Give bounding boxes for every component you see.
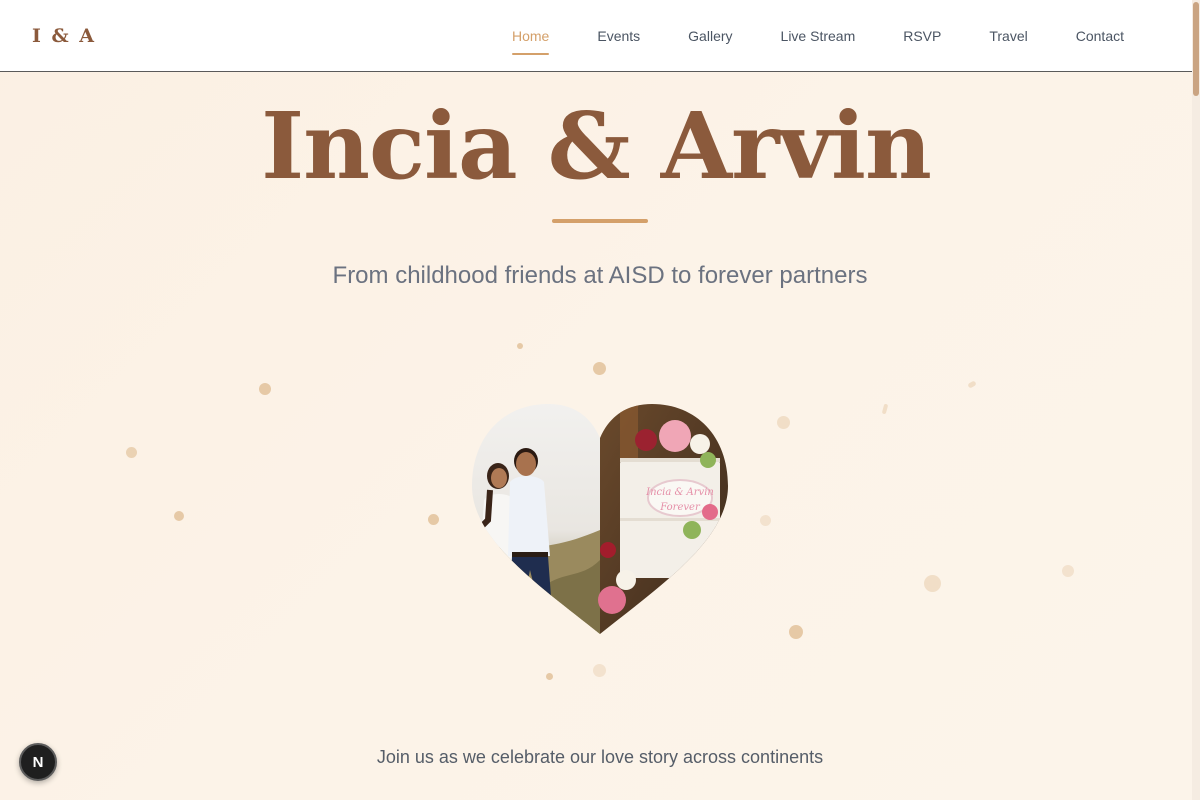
hero-title: Incia & Arvin	[261, 92, 932, 200]
decor-dot	[259, 383, 271, 395]
decor-dot	[881, 403, 889, 415]
heart-photo-collage[interactable]: Incia & Arvin Forever	[470, 400, 730, 636]
decor-dot	[1062, 565, 1074, 577]
cake-text-line2: Forever	[659, 502, 701, 513]
dev-tools-badge[interactable]: N	[19, 743, 57, 781]
decor-dot	[517, 343, 523, 349]
scrollbar-thumb[interactable]	[1193, 2, 1199, 96]
decor-dot	[428, 514, 439, 525]
decor-dot	[593, 664, 606, 677]
title-divider	[552, 219, 648, 223]
decor-dot	[924, 575, 941, 592]
decor-dot	[174, 511, 184, 521]
decor-dot	[967, 380, 977, 389]
nav-live-stream[interactable]: Live Stream	[757, 26, 880, 46]
tagline: Join us as we celebrate our love story a…	[376, 747, 824, 767]
decor-dot	[789, 625, 803, 639]
decor-dot	[777, 416, 790, 429]
heart-photos: Incia & Arvin Forever	[472, 404, 728, 634]
decor-dot	[760, 515, 771, 526]
decor-dot	[593, 362, 606, 375]
nav-home[interactable]: Home	[488, 26, 573, 55]
nav-gallery[interactable]: Gallery	[664, 26, 756, 46]
hero-subtitle: From childhood friends at AISD to foreve…	[332, 262, 868, 289]
page-scrollbar[interactable]	[1192, 0, 1200, 800]
cake-text-line1: Incia & Arvin	[645, 487, 714, 498]
nav-contact[interactable]: Contact	[1052, 26, 1148, 46]
nav-rsvp[interactable]: RSVP	[879, 26, 965, 46]
decor-dot	[546, 673, 553, 680]
decor-dot	[126, 447, 137, 458]
main-nav: Home Events Gallery Live Stream RSVP Tra…	[488, 26, 1148, 55]
top-navbar: I & A Home Events Gallery Live Stream RS…	[0, 0, 1192, 72]
nav-travel[interactable]: Travel	[965, 26, 1051, 46]
site-logo[interactable]: I & A	[32, 25, 96, 47]
nav-events[interactable]: Events	[573, 26, 664, 46]
